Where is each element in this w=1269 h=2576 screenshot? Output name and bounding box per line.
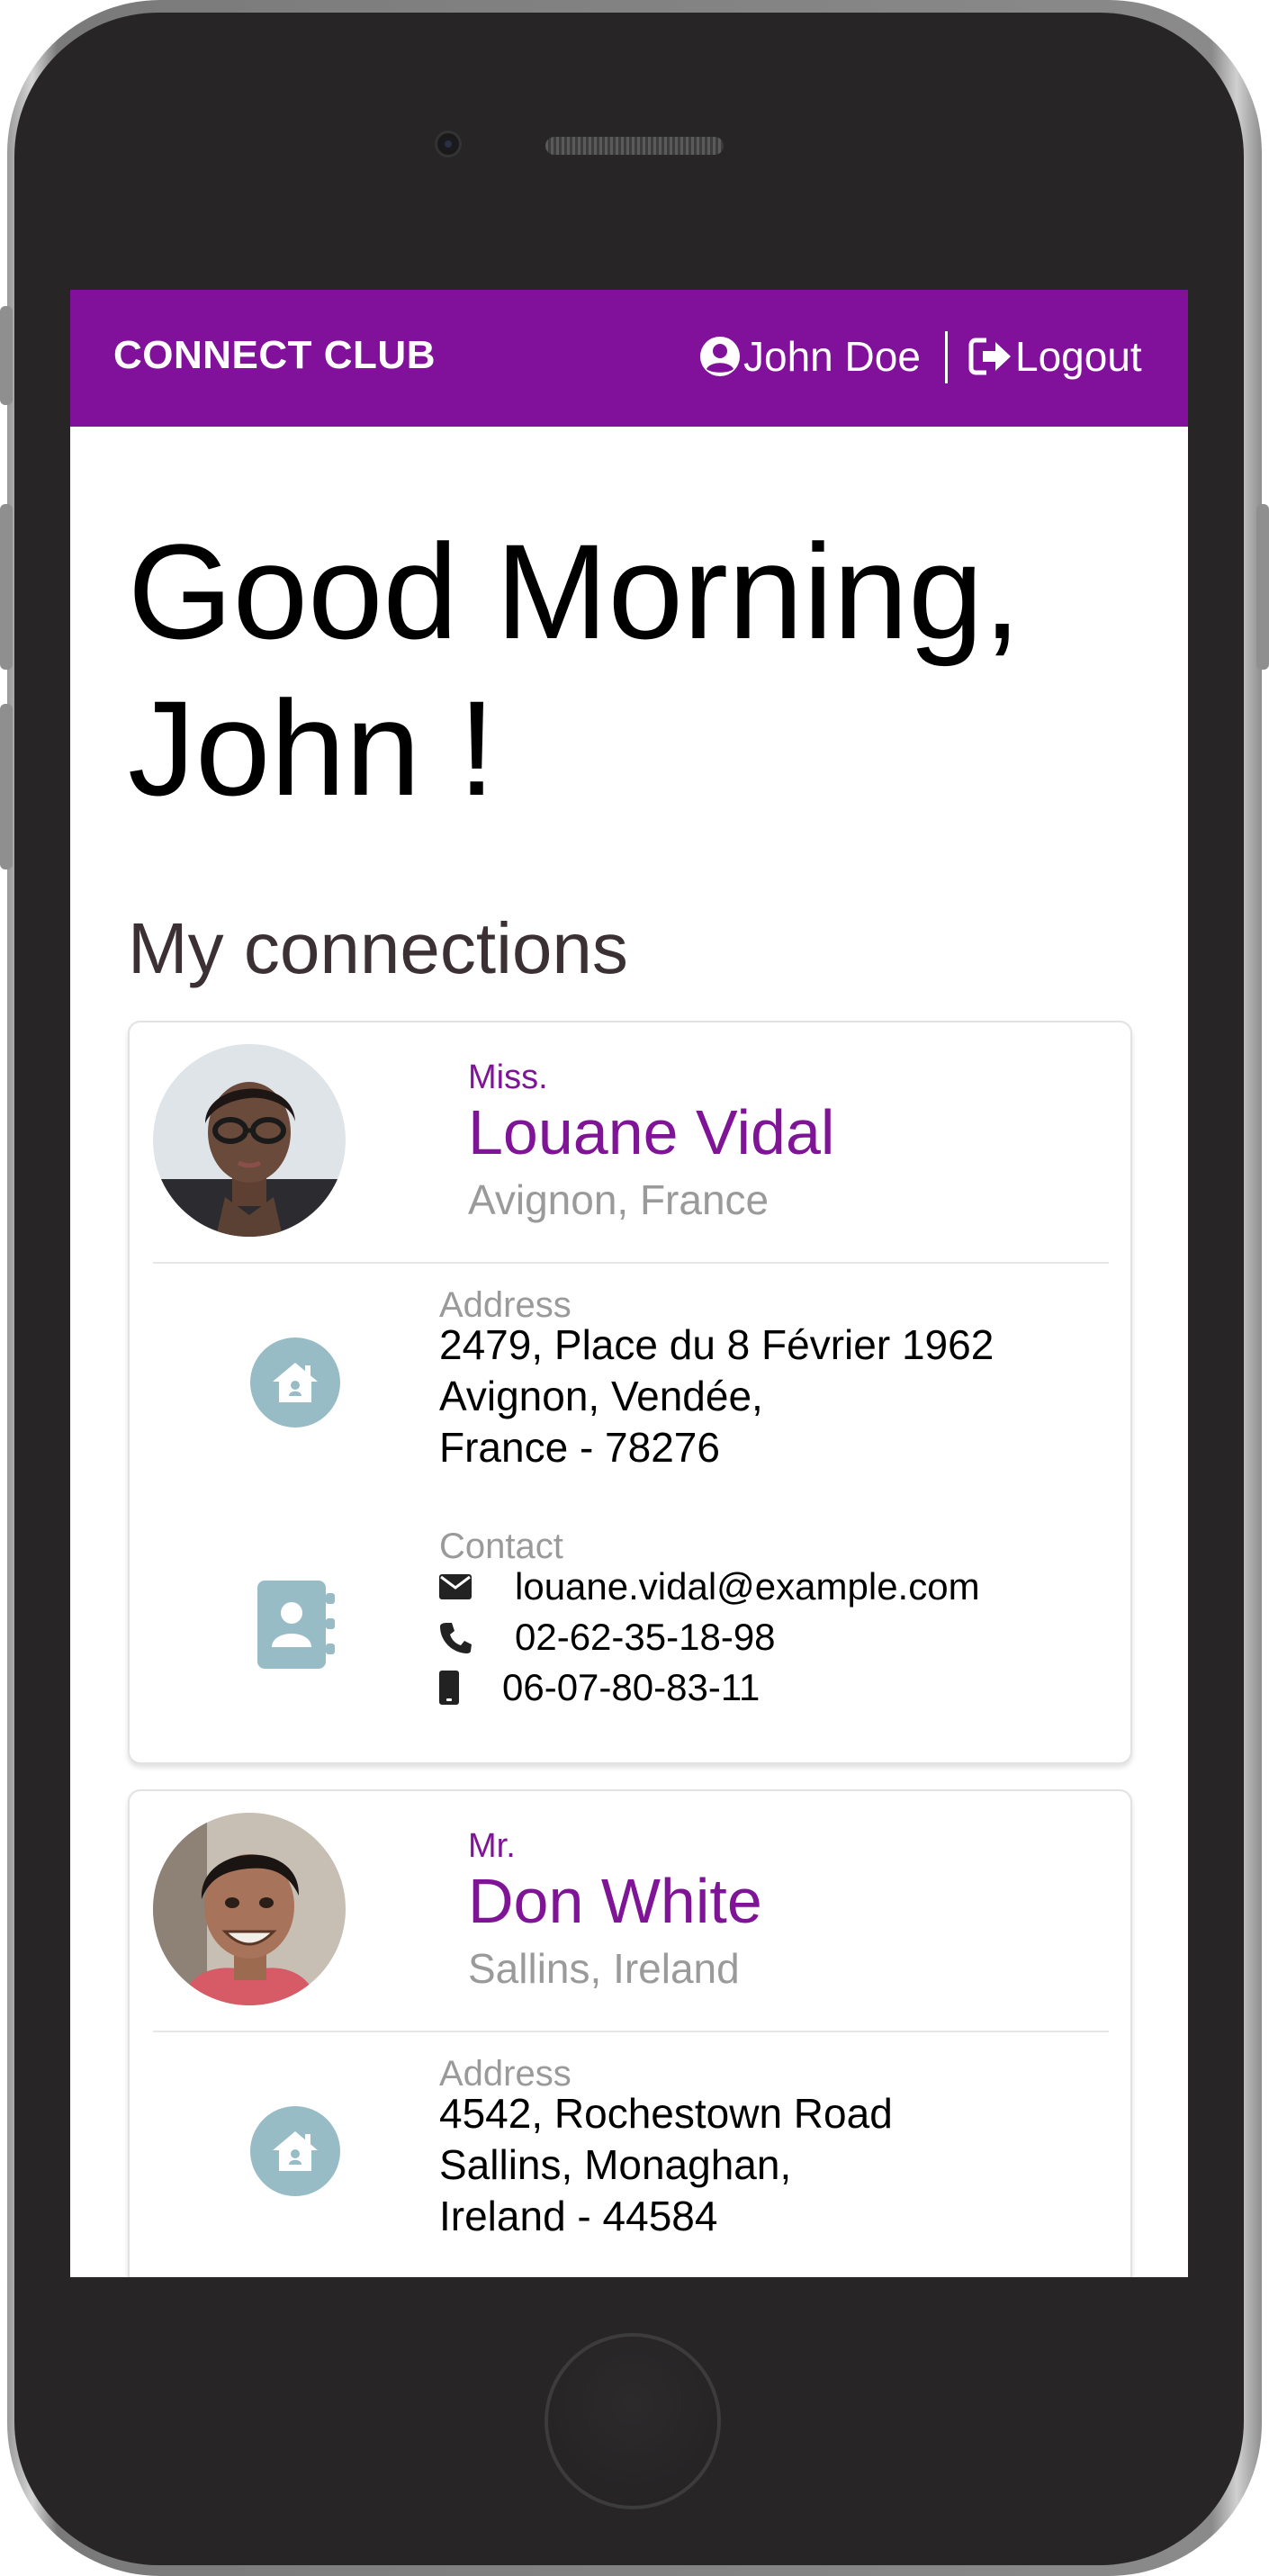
- email-row[interactable]: louane.vidal@example.com: [439, 1564, 980, 1609]
- mobile-icon: [439, 1671, 502, 1705]
- logout-label: Logout: [1015, 333, 1142, 380]
- address-line: Sallins, Monaghan,: [439, 2141, 792, 2188]
- user-menu[interactable]: John Doe: [698, 329, 921, 383]
- front-camera: [437, 133, 459, 155]
- mobile-value[interactable]: 06-07-80-83-11: [502, 1666, 760, 1709]
- mobile-row[interactable]: 06-07-80-83-11: [439, 1665, 760, 1710]
- sign-out-icon: [968, 335, 1013, 378]
- home-icon: [250, 1338, 340, 1428]
- app-screen: CONNECT CLUB John Doe Logout Good Mornin…: [70, 290, 1188, 2277]
- card-divider: [153, 2031, 1109, 2032]
- greeting-heading: Good Morning, John !: [128, 516, 1022, 824]
- user-circle-icon: [698, 335, 742, 378]
- phone-icon: [439, 1621, 515, 1653]
- address-line: 2479, Place du 8 Février 1962: [439, 1321, 994, 1368]
- contact-label: Contact: [439, 1527, 563, 1566]
- address-line: 4542, Rochestown Road: [439, 2090, 893, 2137]
- avatar: [153, 1044, 346, 1237]
- person-name: Don White: [468, 1866, 762, 1936]
- person-location: Sallins, Ireland: [468, 1945, 740, 1992]
- mute-switch: [0, 306, 13, 405]
- navbar-separator: [945, 331, 948, 383]
- power-button: [1256, 504, 1269, 670]
- phone-row[interactable]: 02-62-35-18-98: [439, 1615, 776, 1660]
- phone-value[interactable]: 02-62-35-18-98: [515, 1616, 776, 1659]
- volume-up-button: [0, 504, 13, 670]
- person-name: Louane Vidal: [468, 1097, 835, 1167]
- earpiece-speaker: [545, 137, 724, 155]
- card-divider: [153, 1262, 1109, 1264]
- connection-card: Miss. Louane Vidal Avignon, France Addre…: [128, 1021, 1132, 1764]
- address-book-icon: [256, 1579, 337, 1675]
- person-location: Avignon, France: [468, 1176, 770, 1223]
- connection-card: Mr. Don White Sallins, Ireland Address 4…: [128, 1789, 1132, 2277]
- salutation: Miss.: [468, 1058, 548, 1096]
- address-line: Avignon, Vendée,: [439, 1373, 763, 1419]
- home-button[interactable]: [544, 2333, 721, 2509]
- brand-logo[interactable]: CONNECT CLUB: [113, 333, 436, 378]
- email-value[interactable]: louane.vidal@example.com: [515, 1565, 980, 1608]
- address-line: Ireland - 44584: [439, 2193, 718, 2239]
- address-line: France - 78276: [439, 1424, 720, 1471]
- volume-down-button: [0, 704, 13, 869]
- avatar: [153, 1813, 346, 2005]
- logout-link[interactable]: Logout: [968, 329, 1142, 383]
- home-icon: [250, 2106, 340, 2196]
- envelope-icon: [439, 1574, 515, 1599]
- user-name-label: John Doe: [743, 333, 921, 380]
- navbar: CONNECT CLUB John Doe Logout: [70, 290, 1188, 427]
- connections-heading: My connections: [128, 908, 628, 988]
- salutation: Mr.: [468, 1827, 516, 1865]
